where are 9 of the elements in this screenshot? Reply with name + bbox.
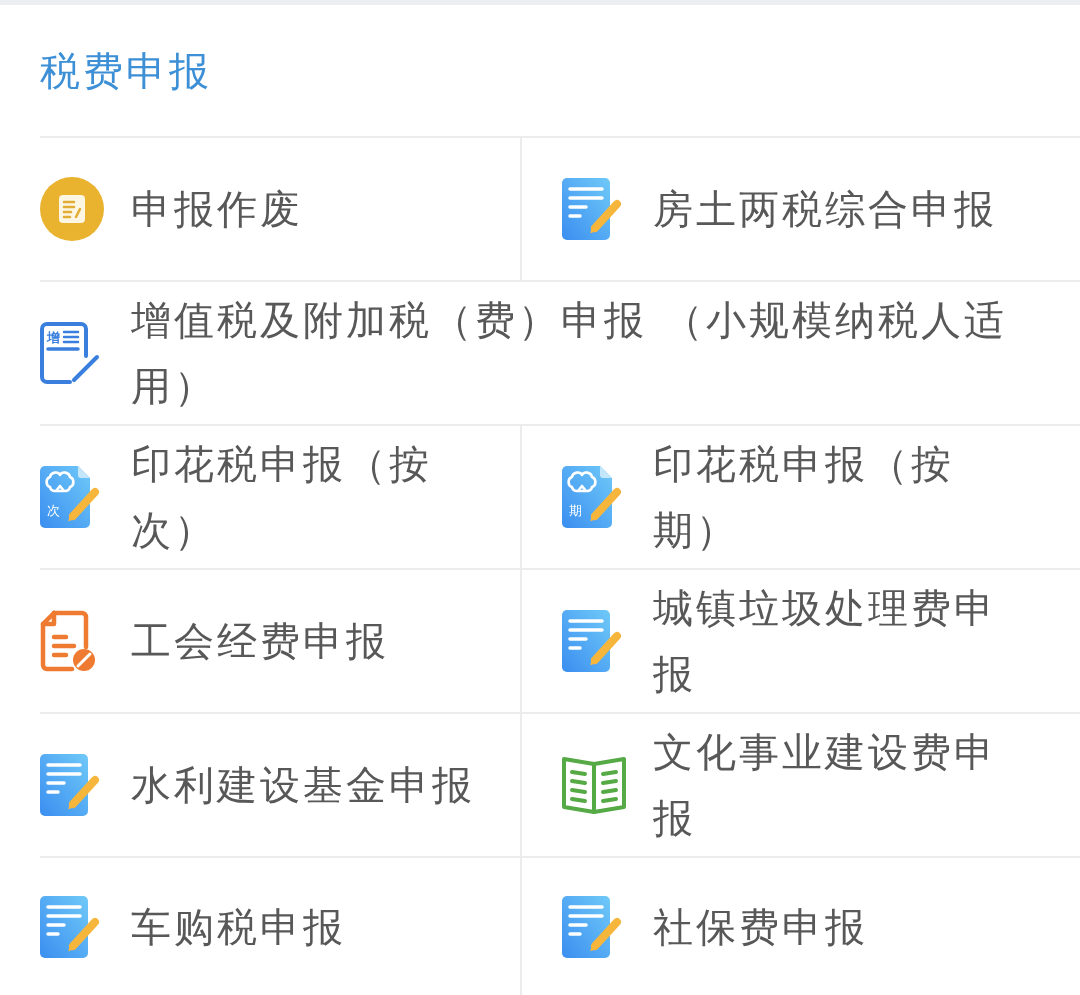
document-prohibited-icon <box>40 610 96 672</box>
document-circle-icon <box>40 177 104 241</box>
section-title: 税费申报 <box>40 46 212 95</box>
document-pencil-icon <box>40 895 100 958</box>
document-pencil-icon <box>562 178 622 240</box>
document-pencil-icon <box>562 610 622 672</box>
book-icon <box>562 755 626 815</box>
document-pencil-icon <box>40 754 100 816</box>
document-pencil-icon <box>562 895 622 958</box>
